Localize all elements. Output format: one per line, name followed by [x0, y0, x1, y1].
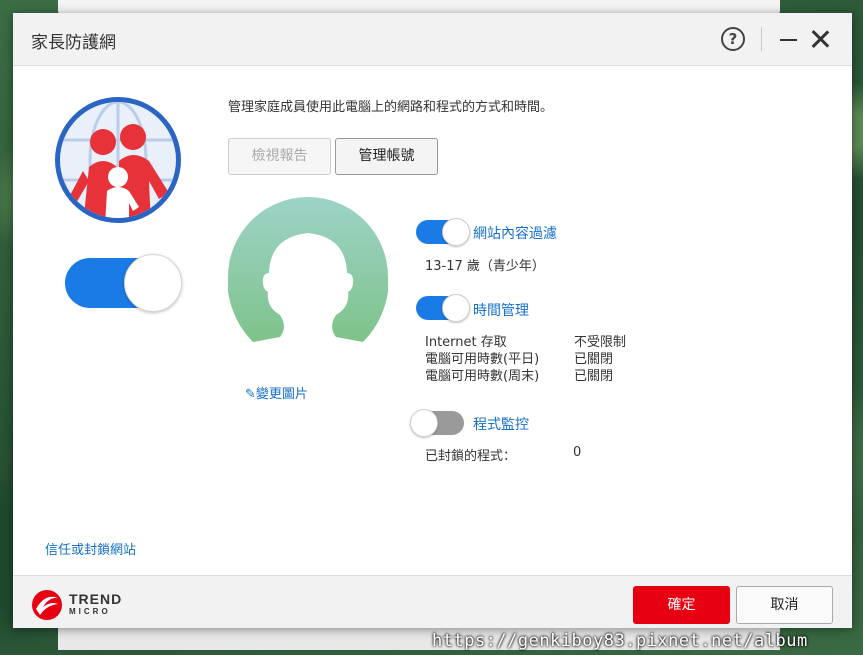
dialog-footer: TREND MICRO 確定 取消	[13, 575, 852, 628]
brand-bottom: MICRO	[69, 607, 111, 616]
manage-account-button[interactable]: 管理帳號	[335, 138, 438, 175]
change-picture-label: 變更圖片	[255, 387, 308, 402]
toggle-knob	[124, 254, 182, 312]
trust-block-websites-link[interactable]: 信任或封鎖網站	[45, 539, 136, 558]
program-control-toggle[interactable]	[410, 409, 464, 437]
trend-micro-logo-icon	[32, 590, 62, 620]
time-management-link[interactable]: 時間管理	[473, 300, 529, 320]
parental-controls-dialog: 家長防護網 ? 管理家庭成員使用此電腦上的網路和程式的方式和時間。 檢視報告 管…	[13, 13, 852, 628]
cancel-button[interactable]: 取消	[736, 586, 833, 624]
background-window-top	[58, 0, 780, 14]
minimize-icon[interactable]	[780, 39, 797, 41]
blocked-programs-label: 已封鎖的程式：	[425, 449, 517, 464]
weekend-hours-label: 電腦可用時數(周末)	[425, 369, 540, 384]
close-icon[interactable]	[810, 29, 830, 49]
toggle-knob	[442, 294, 470, 322]
user-avatar	[228, 197, 388, 342]
titlebar-divider	[761, 27, 762, 51]
parental-controls-master-toggle[interactable]	[65, 254, 182, 312]
program-control-link[interactable]: 程式監控	[473, 414, 529, 434]
intro-description: 管理家庭成員使用此電腦上的網路和程式的方式和時間。	[228, 100, 554, 115]
ok-button[interactable]: 確定	[633, 586, 730, 624]
trend-micro-wordmark: TREND MICRO	[69, 591, 123, 618]
watermark-text: https://genkiboy83.pixnet.net/album	[432, 631, 808, 651]
brand-top: TREND	[69, 591, 123, 607]
window-title: 家長防護網	[31, 33, 116, 53]
view-report-button[interactable]: 檢視報告	[228, 138, 331, 175]
toggle-knob	[410, 409, 438, 437]
help-icon[interactable]: ?	[721, 27, 745, 51]
title-bar: 家長防護網 ?	[13, 13, 852, 66]
blocked-programs-count: 0	[573, 445, 582, 460]
web-filter-toggle[interactable]	[416, 218, 470, 246]
toggle-knob	[442, 218, 470, 246]
change-picture-link[interactable]: ✎變更圖片	[245, 383, 308, 402]
weekend-hours-value: 已關閉	[574, 369, 614, 384]
age-group-text: 13-17 歲（青少年）	[425, 259, 545, 274]
time-management-toggle[interactable]	[416, 294, 470, 322]
pencil-icon: ✎	[245, 387, 256, 402]
family-globe-logo	[55, 97, 181, 223]
web-filter-link[interactable]: 網站內容過濾	[473, 223, 557, 243]
